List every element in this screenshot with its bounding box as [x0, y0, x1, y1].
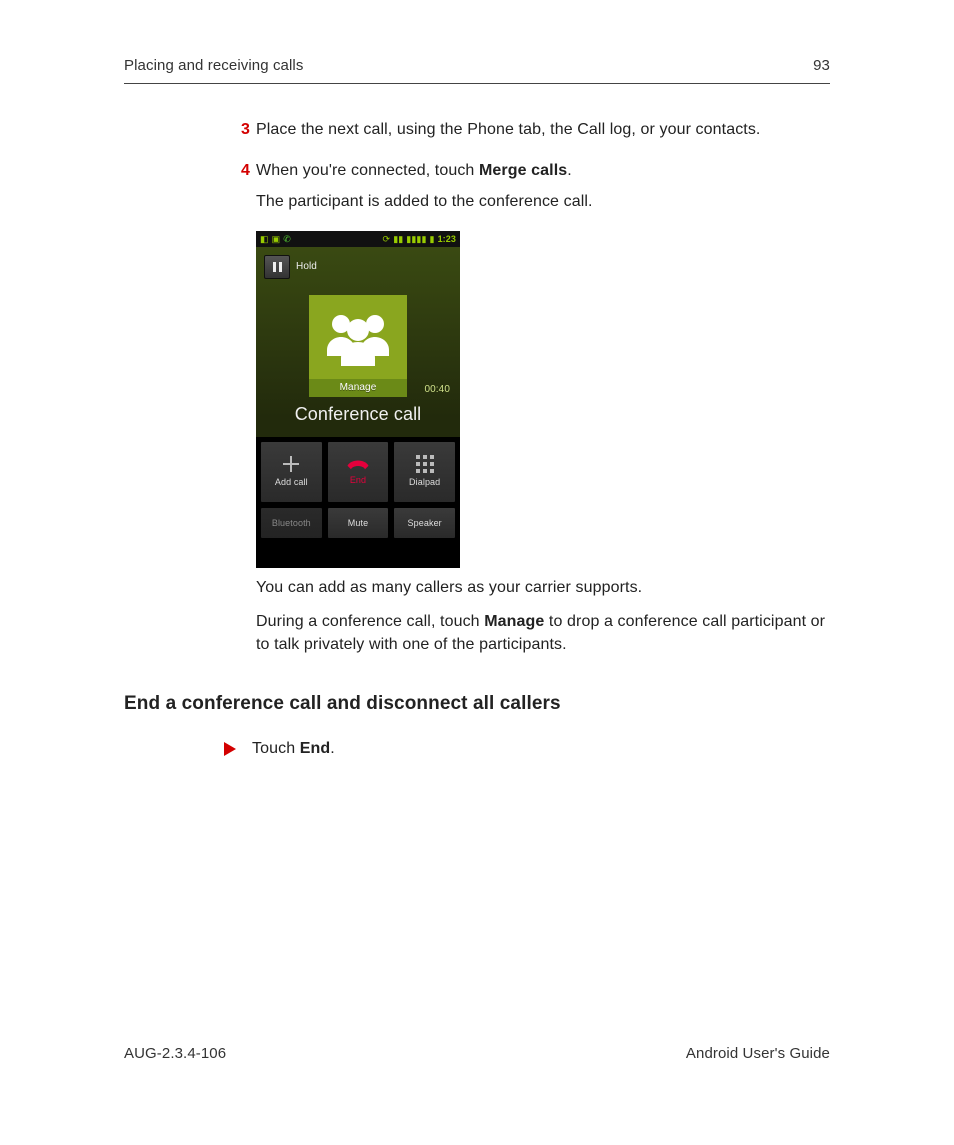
hold-control: Hold [264, 255, 317, 279]
phone-frame: ◧ ▣ ✆ ⟳ ▮▮ ▮▮▮▮ ▮ 1:23 Hold [256, 231, 460, 568]
manage-label: Manage [340, 381, 377, 396]
section-heading-end-conference: End a conference call and disconnect all… [124, 690, 830, 718]
status-bar: ◧ ▣ ✆ ⟳ ▮▮ ▮▮▮▮ ▮ 1:23 [256, 231, 460, 247]
plus-icon [282, 455, 300, 473]
phone-screenshot: ◧ ▣ ✆ ⟳ ▮▮ ▮▮▮▮ ▮ 1:23 Hold [256, 231, 830, 568]
notification-icon: ▣ [272, 233, 281, 246]
step-4-before: When you're connected, touch [256, 162, 479, 179]
bullet-after: . [330, 740, 335, 757]
end-bold: End [300, 740, 331, 757]
hang-up-icon [345, 457, 371, 471]
manage-instruction-text: During a conference call, touch Manage t… [256, 610, 830, 656]
manage-text-before: During a conference call, touch [256, 613, 484, 630]
header-page-number: 93 [813, 55, 830, 77]
dialpad-button[interactable]: Dialpad [393, 441, 456, 503]
group-icon [319, 308, 397, 366]
call-duration: 00:40 [424, 383, 450, 398]
step-body: Place the next call, using the Phone tab… [256, 118, 830, 149]
manage-button[interactable]: Manage [309, 379, 407, 397]
speaker-label: Speaker [408, 517, 442, 530]
header-section-title: Placing and receiving calls [124, 55, 303, 77]
page-footer: AUG-2.3.4-106 Android User's Guide [124, 1043, 830, 1065]
bullet-text: Touch End. [252, 737, 335, 760]
sync-icon: ⟳ [383, 233, 391, 246]
call-title: Conference call [256, 401, 460, 427]
bullet-before: Touch [252, 740, 300, 757]
end-label: End [350, 474, 366, 487]
bullet-item: Touch End. [224, 737, 830, 760]
footer-doc-id: AUG-2.3.4-106 [124, 1043, 226, 1065]
call-area: Hold [256, 247, 460, 437]
mute-button[interactable]: Mute [327, 507, 390, 539]
carrier-support-text: You can add as many callers as your carr… [256, 576, 830, 599]
hold-button[interactable] [264, 255, 290, 279]
end-call-button[interactable]: End [327, 441, 390, 503]
vibrate-icon: ▮▮ [393, 233, 403, 246]
bluetooth-label: Bluetooth [272, 517, 311, 530]
step-number: 4 [224, 159, 250, 182]
add-call-label: Add call [275, 476, 308, 489]
conference-avatar-tile[interactable]: Manage [309, 295, 407, 397]
step-4-result: The participant is added to the conferen… [256, 190, 830, 213]
call-button-grid: Add call End Dialpad Bluetooth [256, 437, 460, 543]
footer-doc-title: Android User's Guide [686, 1043, 830, 1065]
bluetooth-button[interactable]: Bluetooth [260, 507, 323, 539]
page-header: Placing and receiving calls 93 [124, 55, 830, 84]
battery-icon: ▮ [430, 233, 435, 246]
step-3-text: Place the next call, using the Phone tab… [256, 118, 830, 141]
group-avatar [309, 295, 407, 379]
add-call-button[interactable]: Add call [260, 441, 323, 503]
manage-bold: Manage [484, 613, 544, 630]
status-time: 1:23 [438, 233, 456, 246]
merge-calls-label: Merge calls [479, 162, 567, 179]
dialpad-label: Dialpad [409, 476, 440, 489]
step-number: 3 [224, 118, 250, 141]
speaker-button[interactable]: Speaker [393, 507, 456, 539]
step-4-text: When you're connected, touch Merge calls… [256, 159, 830, 182]
status-right-icons: ⟳ ▮▮ ▮▮▮▮ ▮ 1:23 [383, 233, 456, 246]
status-left-icons: ◧ ▣ ✆ [260, 233, 291, 246]
page: Placing and receiving calls 93 3 Place t… [0, 0, 954, 1145]
red-triangle-bullet-icon [224, 742, 236, 756]
notification-icon: ◧ [260, 233, 269, 246]
step-body: When you're connected, touch Merge calls… [256, 159, 830, 221]
step-4: 4 When you're connected, touch Merge cal… [224, 159, 830, 221]
post-phone-text: You can add as many callers as your carr… [256, 576, 830, 656]
hold-label: Hold [296, 260, 317, 275]
pause-icon [273, 262, 282, 272]
call-indicator-icon: ✆ [283, 233, 291, 246]
signal-icon: ▮▮▮▮ [406, 233, 426, 246]
step-4-after: . [567, 162, 572, 179]
step-3: 3 Place the next call, using the Phone t… [224, 118, 830, 149]
mute-label: Mute [348, 517, 368, 530]
step-list: 3 Place the next call, using the Phone t… [124, 118, 830, 222]
dialpad-icon [416, 455, 434, 473]
